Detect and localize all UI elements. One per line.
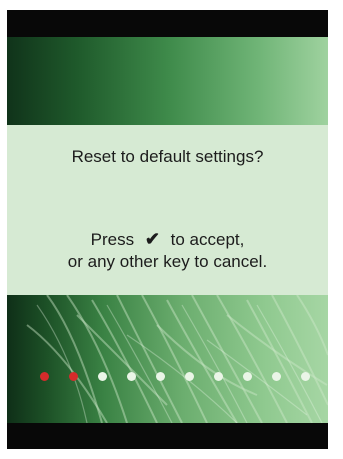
device-screen: Reset to default settings? Press ✔ to ac… [7, 10, 328, 449]
progress-dot [156, 372, 165, 381]
bottom-black-bar [7, 423, 328, 449]
background-gradient-top [7, 37, 328, 125]
cancel-instruction-line: or any other key to cancel. [67, 252, 268, 271]
progress-dot [301, 372, 310, 381]
progress-dot-active [69, 372, 78, 381]
progress-dot [185, 372, 194, 381]
progress-dot [127, 372, 136, 381]
accept-instruction-line: Press ✔ to accept, [7, 228, 328, 251]
accept-label: to accept, [170, 230, 245, 249]
dialog-question: Reset to default settings? [71, 147, 264, 166]
top-black-bar [7, 10, 328, 37]
progress-dot [98, 372, 107, 381]
progress-dot-active [40, 372, 49, 381]
grass-strokes-graphic [26, 295, 328, 423]
dialog-instructions: Press ✔ to accept, or any other key to c… [7, 228, 328, 273]
checkmark-icon: ✔ [144, 229, 160, 249]
progress-dot [243, 372, 252, 381]
progress-dots [7, 372, 328, 402]
progress-dot [214, 372, 223, 381]
reset-confirmation-dialog: Reset to default settings? Press ✔ to ac… [7, 125, 328, 295]
press-label: Press [90, 230, 135, 249]
background-grass-decoration [7, 295, 328, 423]
progress-dot [272, 372, 281, 381]
